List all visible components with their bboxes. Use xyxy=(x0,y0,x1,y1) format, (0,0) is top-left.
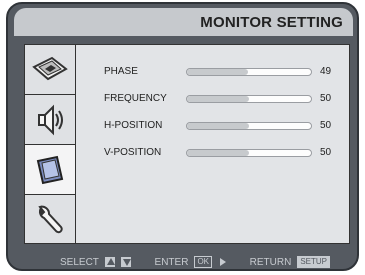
slider-fill xyxy=(187,123,249,129)
tab-monitor[interactable] xyxy=(25,145,75,195)
tab-picture[interactable] xyxy=(25,45,75,95)
slider-fill xyxy=(187,96,249,102)
osd-menu: MONITOR SETTING PHASE 49 FREQUENCY 50 H-… xyxy=(0,0,365,275)
setting-label: FREQUENCY xyxy=(104,93,167,104)
setup-key: SETUP xyxy=(297,256,330,268)
tab-audio[interactable] xyxy=(25,95,75,145)
slider-fill xyxy=(187,69,248,75)
slider-fill xyxy=(187,150,249,156)
phase-slider[interactable] xyxy=(186,68,312,76)
setting-label: H-POSITION xyxy=(104,120,163,131)
setting-row-frequency[interactable]: FREQUENCY 50 xyxy=(76,91,350,109)
settings-panel: PHASE 49 FREQUENCY 50 H-POSITION 50 V-PO… xyxy=(76,44,350,244)
v-position-slider[interactable] xyxy=(186,149,312,157)
setting-row-h-position[interactable]: H-POSITION 50 xyxy=(76,118,350,136)
footer-hints: SELECT ENTER OK RETURN SETUP xyxy=(60,255,330,269)
sidebar xyxy=(24,44,76,244)
right-arrow-icon xyxy=(220,258,226,266)
setting-value: 49 xyxy=(320,66,332,77)
wrench-icon xyxy=(38,205,63,234)
up-arrow-icon xyxy=(104,257,115,267)
return-hint-label: RETURN xyxy=(249,256,292,268)
setting-label: PHASE xyxy=(104,66,138,77)
setting-label: V-POSITION xyxy=(104,147,162,158)
setting-row-v-position[interactable]: V-POSITION 50 xyxy=(76,145,350,163)
ok-key: OK xyxy=(194,256,212,268)
h-position-slider[interactable] xyxy=(186,122,312,130)
picture-icon xyxy=(32,56,68,80)
down-arrow-icon xyxy=(120,257,131,267)
frequency-slider[interactable] xyxy=(186,95,312,103)
setting-row-phase[interactable]: PHASE 49 xyxy=(76,64,350,82)
monitor-icon xyxy=(36,155,64,184)
speaker-icon xyxy=(38,104,63,135)
setting-value: 50 xyxy=(320,120,332,131)
select-hint-label: SELECT xyxy=(60,256,99,268)
page-title: MONITOR SETTING xyxy=(200,14,343,31)
enter-hint-label: ENTER xyxy=(154,256,189,268)
setting-value: 50 xyxy=(320,147,332,158)
header-bar: MONITOR SETTING xyxy=(14,8,353,36)
setting-value: 50 xyxy=(320,93,332,104)
tab-setup[interactable] xyxy=(25,195,75,245)
